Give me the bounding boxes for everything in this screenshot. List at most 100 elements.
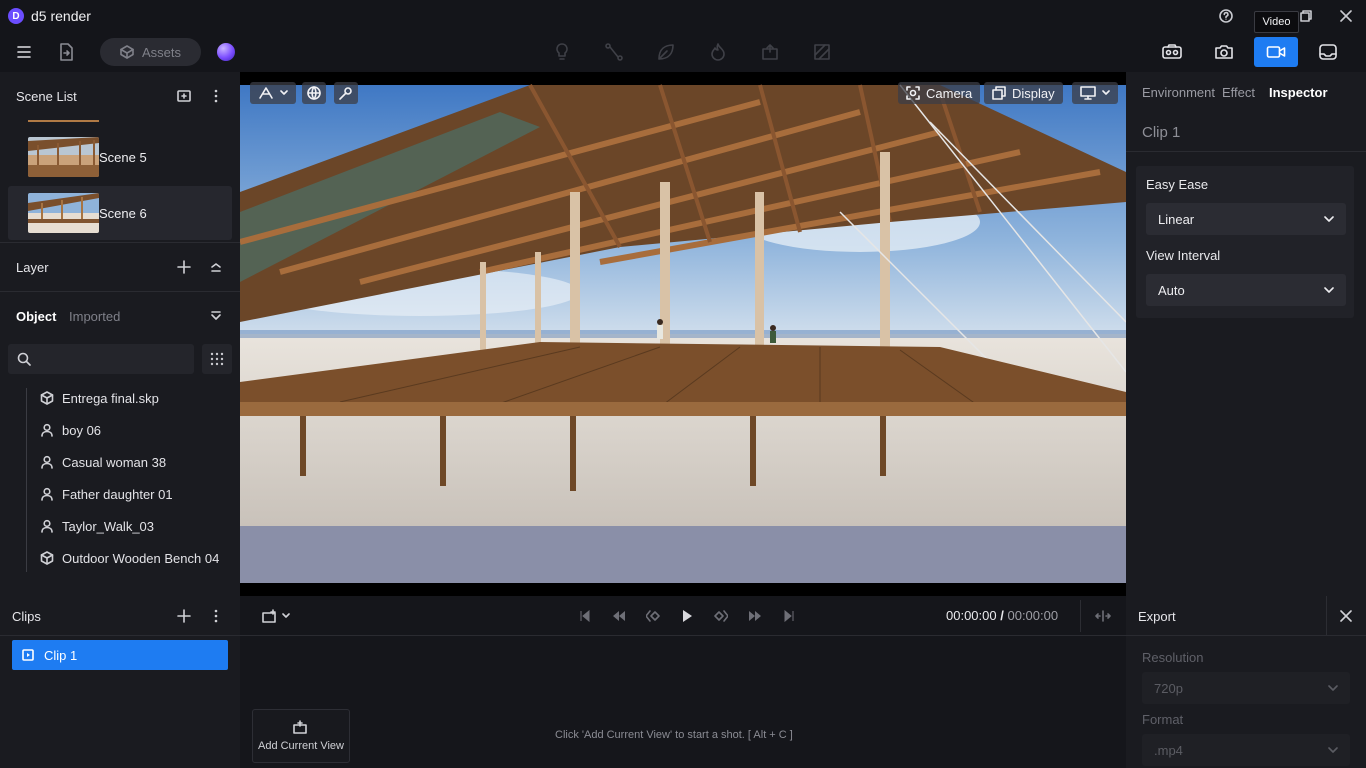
resolution-value: 720p [1154, 680, 1183, 696]
list-item[interactable]: Father daughter 01 [40, 484, 173, 504]
next-keyframe-icon[interactable] [710, 606, 732, 626]
camera-frame-icon [906, 86, 920, 100]
title-bar [0, 0, 1366, 32]
tab-environment[interactable]: Environment [1142, 85, 1215, 100]
list-item[interactable]: boy 06 [40, 420, 101, 440]
help-icon[interactable] [1214, 6, 1238, 26]
divider [0, 242, 240, 243]
divider [1080, 600, 1081, 632]
video-camera-icon [1266, 46, 1286, 58]
grid-view-button[interactable] [202, 344, 232, 374]
add-keyframe-dropdown[interactable] [258, 606, 294, 626]
divider [1326, 596, 1327, 636]
divider [0, 291, 240, 292]
search-icon [16, 351, 32, 367]
list-item[interactable]: Entrega final.skp [40, 388, 159, 408]
clips-more-icon[interactable] [206, 607, 226, 625]
video-tooltip: Video [1254, 11, 1299, 33]
skip-to-end-icon[interactable] [778, 606, 800, 626]
fast-forward-icon[interactable] [744, 606, 766, 626]
world-space-button[interactable] [302, 82, 326, 104]
snap-button[interactable] [334, 82, 358, 104]
material-orb-icon[interactable] [217, 43, 235, 61]
object-search-input[interactable] [8, 344, 194, 374]
close-export-icon[interactable] [1336, 606, 1356, 626]
assets-label: Assets [141, 44, 181, 60]
chevron-down-icon [1324, 287, 1334, 293]
import-model-icon[interactable] [54, 40, 78, 64]
total-time: 00:00:00 [1007, 608, 1059, 623]
tab-inspector[interactable]: Inspector [1269, 85, 1328, 100]
render-viewport[interactable] [240, 72, 1126, 596]
easy-ease-select[interactable]: Linear [1146, 203, 1346, 235]
scene-6-label: Scene 6 [99, 206, 147, 221]
assets-button[interactable]: Assets [100, 38, 201, 66]
transform-tool-button[interactable] [250, 82, 296, 104]
add-view-label: Add Current View [257, 740, 344, 752]
view-interval-select[interactable]: Auto [1146, 274, 1346, 306]
leaf-icon[interactable] [654, 40, 678, 64]
clip-item[interactable]: Clip 1 [12, 640, 228, 670]
resolution-label: Resolution [1142, 650, 1204, 665]
app-logo-icon: D [8, 8, 24, 24]
scene-5-label: Scene 5 [99, 150, 147, 165]
add-scene-icon[interactable] [174, 87, 194, 105]
display-button[interactable]: Display [984, 82, 1063, 104]
object-label: Outdoor Wooden Bench 04 [62, 550, 220, 566]
cube-icon [40, 391, 54, 405]
format-label: Format [1142, 712, 1184, 727]
chevron-down-icon [280, 90, 288, 96]
tab-object[interactable]: Object [16, 309, 56, 324]
monitor-icon [1080, 86, 1096, 100]
chevron-down-icon [1102, 90, 1110, 96]
region-tool-icon[interactable] [810, 40, 834, 64]
fire-icon[interactable] [706, 40, 730, 64]
tab-effect[interactable]: Effect [1222, 85, 1255, 100]
tab-imported[interactable]: Imported [69, 309, 120, 324]
scene-6-thumbnail [28, 193, 99, 233]
camera-button[interactable]: Camera [898, 82, 981, 104]
view-interval-value: Auto [1158, 282, 1185, 298]
filter-dropdown-icon[interactable] [206, 307, 226, 325]
previous-keyframe-icon[interactable] [642, 606, 664, 626]
skip-to-start-icon[interactable] [574, 606, 596, 626]
assets-icon [120, 45, 134, 59]
video-mode-button[interactable] [1254, 37, 1298, 67]
play-icon[interactable] [676, 606, 698, 626]
add-current-view-button[interactable]: Add Current View [252, 709, 350, 763]
display-label: Display [1012, 85, 1055, 101]
output-tray-icon[interactable] [1306, 37, 1350, 67]
timeline-zoom-icon[interactable] [1092, 606, 1114, 626]
inspector-clip-title: Clip 1 [1142, 124, 1181, 141]
list-item[interactable]: Casual woman 38 [40, 452, 166, 472]
scene-more-icon[interactable] [206, 87, 226, 105]
add-layer-icon[interactable] [174, 258, 194, 276]
list-item[interactable]: Outdoor Wooden Bench 04 [40, 548, 219, 568]
image-camera-icon[interactable] [1202, 37, 1246, 67]
chevron-down-icon [282, 613, 290, 618]
easy-ease-value: Linear [1158, 211, 1195, 227]
particle-icon[interactable] [758, 40, 782, 64]
magnet-snap-icon [339, 86, 353, 100]
light-bulb-icon[interactable] [550, 40, 574, 64]
collapse-layer-icon[interactable] [206, 258, 226, 276]
add-clip-icon[interactable] [174, 607, 194, 625]
export-title: Export [1138, 609, 1176, 624]
list-item[interactable]: Taylor_Walk_03 [40, 516, 154, 536]
view-interval-label: View Interval [1146, 248, 1221, 263]
rewind-icon[interactable] [608, 606, 630, 626]
view-mode-button[interactable] [1072, 82, 1118, 104]
close-window-icon[interactable] [1334, 6, 1358, 26]
format-select[interactable]: .mp4 [1142, 734, 1350, 766]
vr-panorama-icon[interactable] [1150, 37, 1194, 67]
resolution-select[interactable]: 720p [1142, 672, 1350, 704]
display-icon [992, 86, 1006, 100]
clips-title: Clips [12, 609, 41, 624]
camera-label: Camera [926, 85, 973, 101]
person-icon [40, 423, 54, 437]
menu-icon[interactable] [12, 40, 36, 64]
path-tool-icon[interactable] [602, 40, 626, 64]
scene-list-title: Scene List [16, 89, 77, 104]
timecode: 00:00:00 / 00:00:00 [946, 608, 1058, 623]
scene-5-thumbnail [28, 137, 99, 177]
